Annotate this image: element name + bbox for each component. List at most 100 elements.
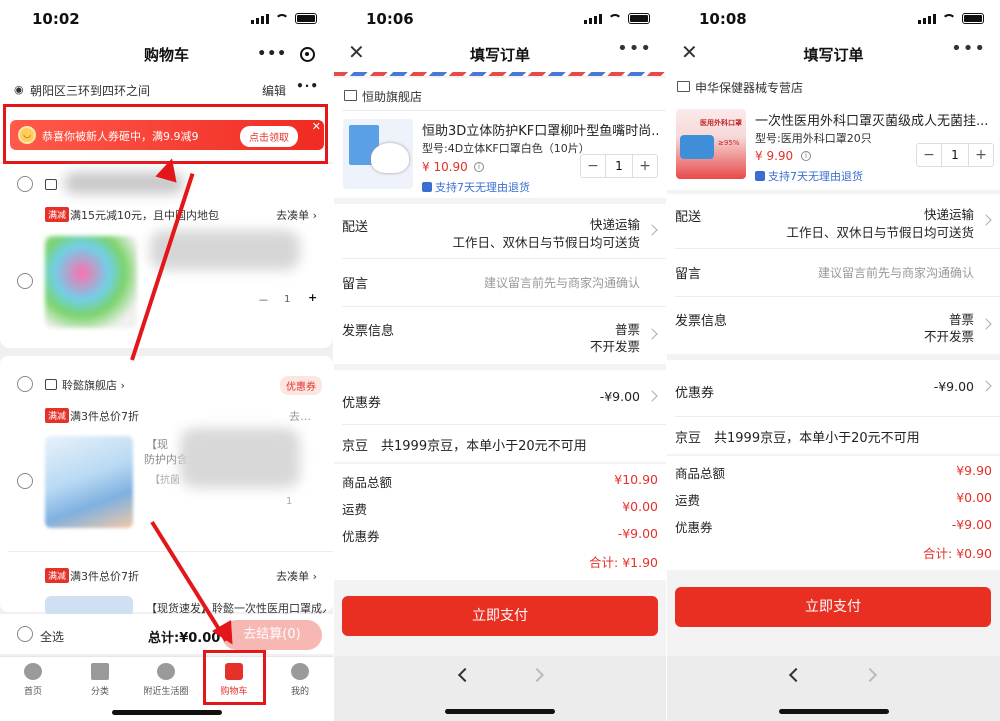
mask-graphic bbox=[680, 135, 714, 159]
info-icon[interactable]: i bbox=[474, 162, 484, 172]
promo-tag: 满减 bbox=[45, 408, 70, 423]
invoice-status: 不开发票 bbox=[589, 339, 640, 354]
refund-icon bbox=[422, 182, 432, 192]
shop-select-radio[interactable] bbox=[17, 176, 33, 192]
coupon-row[interactable]: 优惠券 -¥9.00 bbox=[334, 370, 666, 424]
goods-total-label: 商品总额 bbox=[675, 466, 726, 481]
qty-value[interactable]: 1 bbox=[941, 144, 969, 166]
delivery-time: 工作日、双休日与节假日均可送货 bbox=[786, 225, 974, 240]
coupon-tag[interactable]: 优惠券 bbox=[280, 376, 322, 395]
go-coudan-link-partial[interactable]: 去… bbox=[289, 408, 311, 424]
qty-plus-button[interactable]: + bbox=[969, 144, 993, 166]
go-coudan-label: 去凑单 bbox=[276, 570, 310, 583]
delivery-row[interactable]: 配送 快递运输 工作日、双休日与节假日均可送货 bbox=[334, 204, 666, 258]
qty-value[interactable]: 1 bbox=[605, 155, 633, 177]
select-all-label[interactable]: 全选 bbox=[40, 628, 64, 645]
page-title: 填写订单 bbox=[803, 46, 864, 64]
pay-now-button[interactable]: 立即支付 bbox=[675, 587, 991, 627]
message-row[interactable]: 留言 建议留言前先与商家沟通确认 bbox=[667, 248, 1000, 296]
shop-name[interactable]: 恒助旗舰店 bbox=[362, 88, 422, 105]
product-section: 恒助旗舰店 恒助3D立体防护KF口罩柳叶型鱼嘴时尚... 型号:4D立体KF口罩… bbox=[334, 78, 666, 198]
divider bbox=[342, 258, 666, 259]
more-icon[interactable]: •·• bbox=[296, 79, 319, 93]
product-spec: 型号:医用外科口罩20只 bbox=[755, 132, 872, 145]
more-dots-icon[interactable]: ••• bbox=[257, 46, 287, 62]
item-select-radio[interactable] bbox=[17, 473, 33, 489]
nav-bar: ✕ 填写订单 ••• bbox=[334, 38, 666, 72]
shop-icon bbox=[45, 379, 57, 390]
qty-value[interactable]: 1 bbox=[284, 294, 290, 305]
location-text[interactable]: 朝阳区三环到四环之间 bbox=[30, 82, 150, 99]
refund-policy: 支持7天无理由退货 bbox=[422, 179, 530, 195]
coupon-row[interactable]: 优惠券 -¥9.00 bbox=[667, 360, 1000, 416]
message-row[interactable]: 留言 建议留言前先与商家沟通确认 bbox=[334, 258, 666, 306]
pay-now-button[interactable]: 立即支付 bbox=[342, 596, 658, 636]
product-price: ¥ 9.90 bbox=[755, 149, 794, 163]
tab-category-label: 分类 bbox=[90, 687, 109, 697]
divider bbox=[342, 424, 666, 425]
shop-name[interactable]: 申华保健器械专营店 bbox=[695, 79, 803, 96]
tab-me[interactable]: 我的 bbox=[270, 663, 330, 697]
qty-plus-button[interactable]: + bbox=[633, 155, 657, 177]
go-coudan-link[interactable]: 去凑单 › bbox=[276, 568, 317, 584]
close-target-icon[interactable] bbox=[299, 46, 315, 62]
invoice-row[interactable]: 发票信息 普票 不开发票 bbox=[334, 306, 666, 364]
back-arrow-icon[interactable] bbox=[788, 667, 804, 683]
signal-icon bbox=[251, 13, 269, 24]
refund-policy: 支持7天无理由退货 bbox=[755, 168, 863, 184]
product-thumbnail[interactable] bbox=[45, 436, 133, 528]
delivery-label: 配送 bbox=[675, 210, 702, 225]
divider bbox=[675, 296, 1000, 297]
quantity-stepper[interactable]: − 1 + bbox=[580, 154, 658, 178]
back-arrow-icon[interactable] bbox=[457, 667, 473, 683]
shop-select-radio[interactable] bbox=[17, 376, 33, 392]
tab-home[interactable]: 首页 bbox=[3, 663, 63, 697]
chevron-right-icon bbox=[646, 328, 658, 340]
product-image[interactable] bbox=[343, 119, 413, 189]
go-coudan-link[interactable]: 去凑单 › bbox=[276, 207, 317, 223]
status-icons bbox=[251, 13, 317, 24]
divider bbox=[342, 110, 666, 111]
invoice-row[interactable]: 发票信息 普票 不开发票 bbox=[667, 296, 1000, 354]
product-name[interactable]: 一次性医用外科口罩灭菌级成人无菌挂... bbox=[755, 110, 991, 129]
quantity-stepper[interactable]: − 1 + bbox=[916, 143, 994, 167]
goods-total-value: ¥9.90 bbox=[956, 463, 992, 478]
signal-icon bbox=[584, 13, 602, 24]
tab-bar: 首页 分类 附近生活圈 购物车 我的 bbox=[0, 656, 333, 721]
edit-button[interactable]: 编辑 bbox=[262, 82, 286, 99]
divider bbox=[675, 416, 1000, 417]
qty-minus-button[interactable]: − bbox=[917, 144, 941, 166]
product-thumbnail[interactable] bbox=[45, 236, 137, 328]
more-icon[interactable]: ••• bbox=[617, 38, 652, 59]
info-icon[interactable]: i bbox=[801, 151, 811, 161]
qty-minus-button[interactable]: − bbox=[581, 155, 605, 177]
browser-nav-bar bbox=[334, 656, 666, 721]
delivery-row[interactable]: 配送 快递运输 工作日、双休日与节假日均可送货 bbox=[667, 194, 1000, 248]
select-all-radio[interactable] bbox=[17, 626, 33, 642]
message-input[interactable]: 建议留言前先与商家沟通确认 bbox=[818, 264, 974, 281]
qty-minus[interactable]: － bbox=[258, 292, 269, 308]
forward-arrow-icon[interactable] bbox=[862, 667, 878, 683]
message-input[interactable]: 建议留言前先与商家沟通确认 bbox=[484, 274, 640, 291]
jingdou-row: 京豆 共1999京豆，本单小于20元不可用 bbox=[667, 416, 1000, 454]
tab-category[interactable]: 分类 bbox=[70, 663, 130, 697]
delivery-label: 配送 bbox=[342, 220, 369, 235]
wifi-icon bbox=[275, 13, 289, 24]
signal-icon bbox=[918, 13, 936, 24]
jingdou-text: 京豆 共1999京豆，本单小于20元不可用 bbox=[675, 431, 920, 446]
mini-program-capsule[interactable]: ••• bbox=[251, 40, 321, 68]
divider bbox=[342, 306, 666, 307]
product-image[interactable]: 医用外科口罩 ≥95% bbox=[676, 109, 746, 179]
product-name[interactable]: 恒助3D立体防护KF口罩柳叶型鱼嘴时尚... bbox=[422, 120, 658, 139]
more-icon[interactable]: ••• bbox=[951, 38, 986, 59]
qty-plus[interactable]: + bbox=[308, 291, 317, 304]
qty-value[interactable]: 1 bbox=[286, 496, 292, 507]
forward-arrow-icon[interactable] bbox=[529, 667, 545, 683]
shipping-value: ¥0.00 bbox=[956, 490, 992, 505]
item-select-radio[interactable] bbox=[17, 273, 33, 289]
promo-text: 满3件总价7折 bbox=[70, 570, 139, 583]
coupon-label: 优惠券 bbox=[342, 396, 382, 411]
shop-name[interactable]: 聆懿旗舰店 › bbox=[62, 377, 125, 393]
product-thumbnail[interactable] bbox=[45, 596, 133, 616]
tab-nearby[interactable]: 附近生活圈 bbox=[136, 663, 196, 697]
